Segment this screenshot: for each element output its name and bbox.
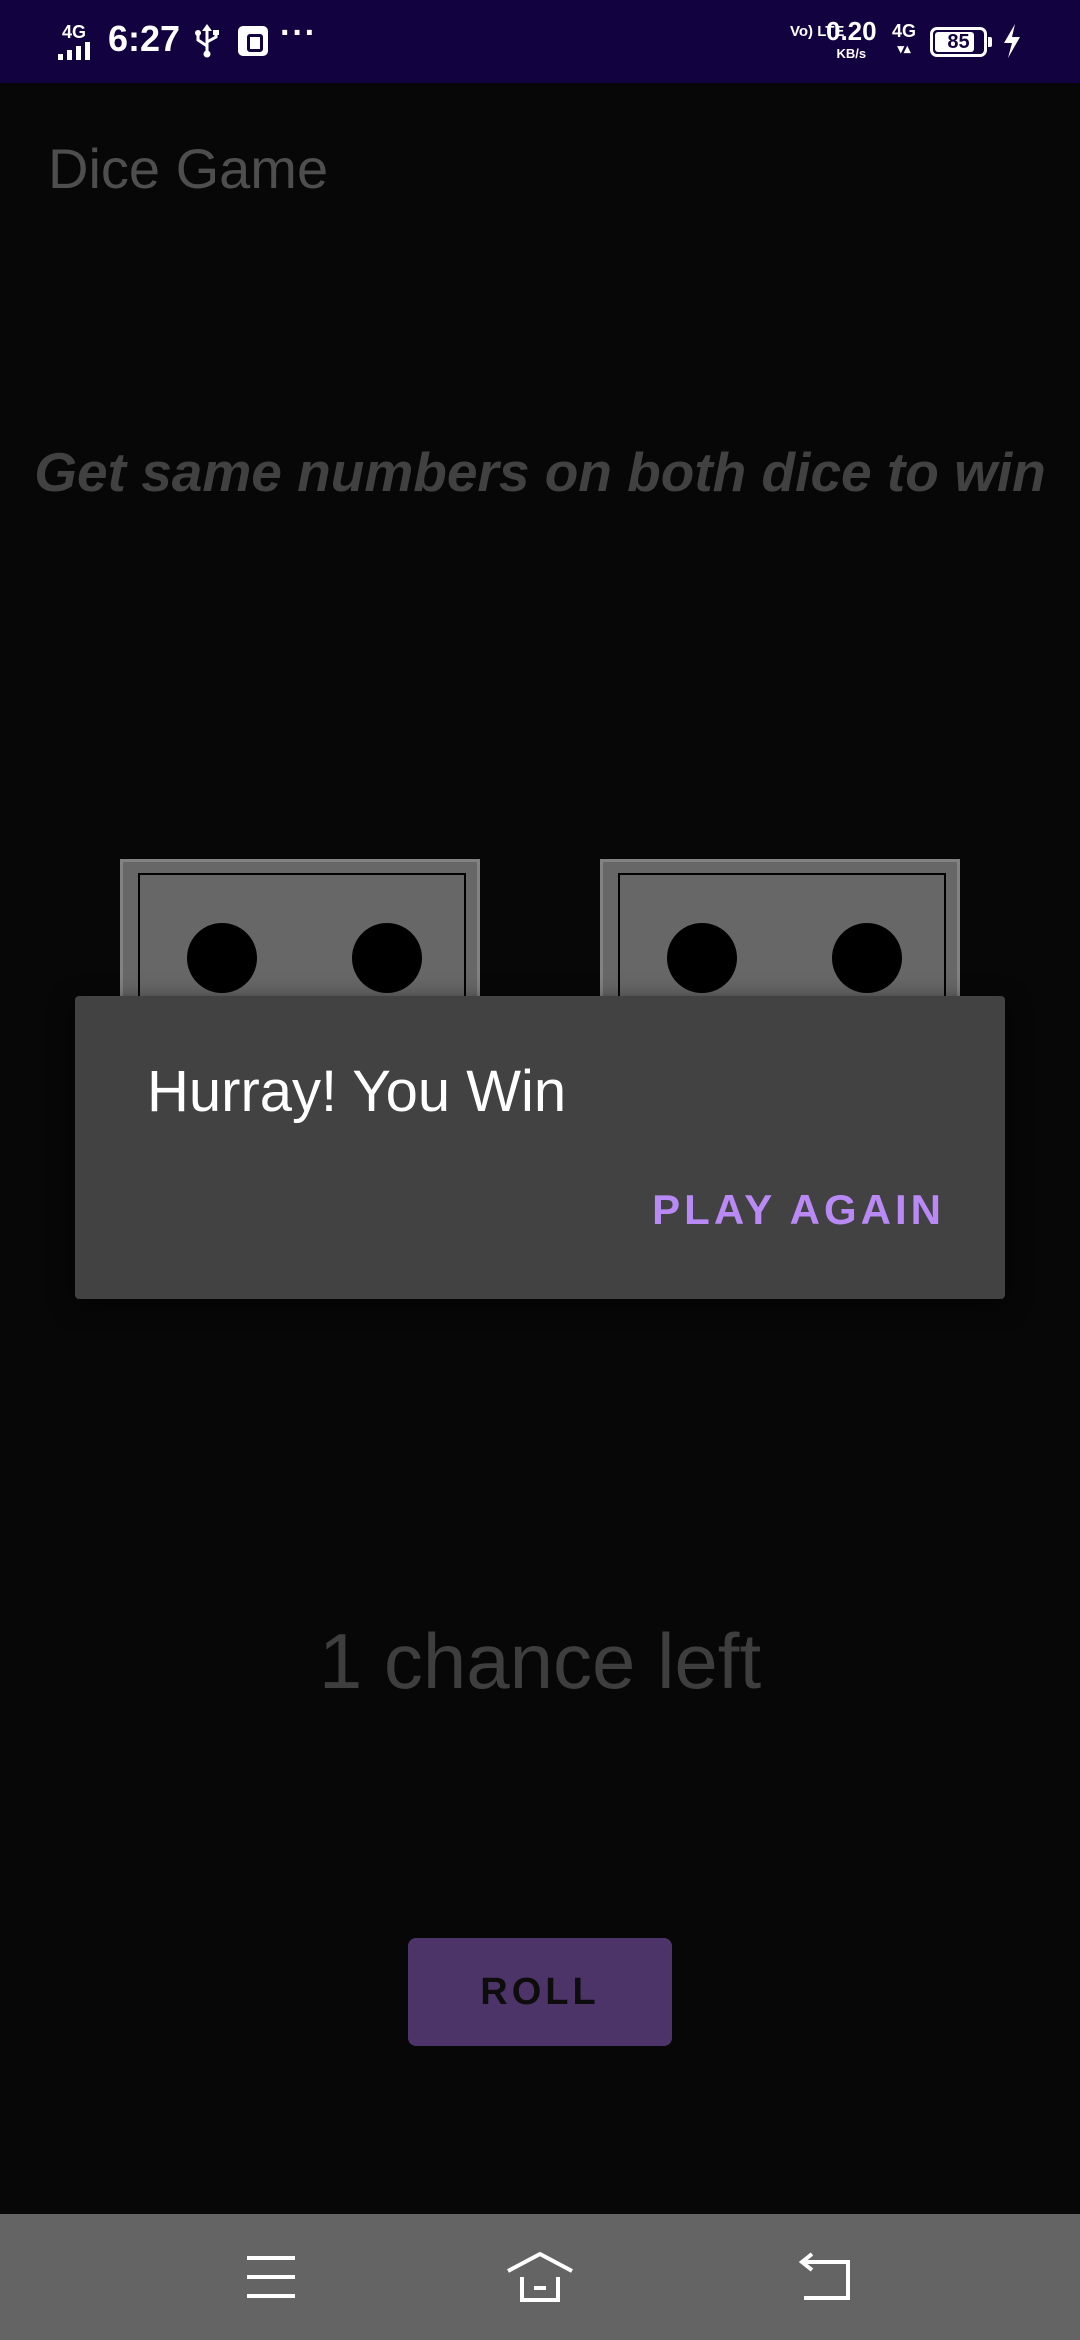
status-bar: 4G 6:27 ··· Vo) LTE 0.20 KB/s 4G ▾▴ 85 — [0, 0, 1080, 83]
menu-icon[interactable] — [231, 2244, 311, 2310]
speed-value: 0.20 — [826, 16, 877, 46]
chances-left-text: 1 chance left — [318, 1617, 762, 1705]
home-icon[interactable] — [500, 2244, 580, 2310]
navigation-bar — [0, 2214, 1080, 2340]
back-icon[interactable] — [784, 2244, 864, 2310]
data-type: 4G — [892, 21, 917, 41]
usb-icon — [195, 24, 219, 58]
signal-icon: 4G — [58, 22, 98, 60]
more-notifications-icon: ··· — [280, 14, 317, 52]
screen: 4G 6:27 ··· Vo) LTE 0.20 KB/s 4G ▾▴ 85 D… — [0, 0, 1080, 2340]
dialog-title: Hurray! You Win — [147, 1059, 567, 1124]
die-pip — [352, 923, 422, 993]
data-activity-icon: ▾▴ — [897, 41, 911, 56]
die-pip — [667, 923, 737, 993]
instruction-text: Get same numbers on both dice to win — [34, 441, 1046, 503]
charging-icon — [1004, 24, 1020, 58]
speed-unit: KB/s — [836, 46, 867, 61]
win-dialog: Hurray! You Win PLAY AGAIN — [75, 996, 1005, 1299]
battery-level: 85 — [947, 31, 970, 53]
status-time: 6:27 — [108, 18, 181, 59]
app-title: Dice Game — [48, 137, 329, 200]
usb-debugging-icon — [238, 26, 268, 56]
network-type: 4G — [62, 22, 87, 42]
play-again-button[interactable]: PLAY AGAIN — [652, 1186, 945, 1234]
die-pip — [187, 923, 257, 993]
roll-button[interactable]: ROLL — [408, 1938, 672, 2046]
mobile-data-icon: 4G ▾▴ — [892, 22, 916, 58]
network-speed: 0.20 KB/s — [826, 18, 877, 60]
die-pip — [832, 923, 902, 993]
battery-icon: 85 — [930, 27, 992, 57]
